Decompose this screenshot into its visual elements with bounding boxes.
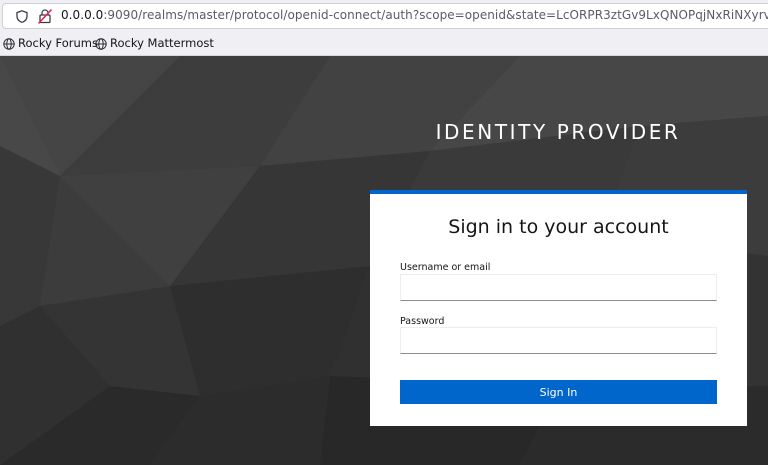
globe-icon bbox=[95, 38, 107, 50]
password-input[interactable] bbox=[400, 327, 717, 354]
username-label: Username or email bbox=[400, 262, 491, 273]
login-page: IDENTITY PROVIDER Sign in to your accoun… bbox=[0, 56, 768, 465]
url-host: 0.0.0.0 bbox=[61, 8, 104, 22]
bookmarks-toolbar: Rocky Forums Rocky Mattermost bbox=[0, 32, 768, 56]
lock-warning-icon[interactable] bbox=[38, 9, 52, 24]
sign-in-button[interactable]: Sign In bbox=[400, 380, 717, 404]
password-label: Password bbox=[400, 316, 445, 327]
url-field[interactable]: 0.0.0.0:9090/realms/master/protocol/open… bbox=[2, 3, 768, 29]
globe-icon bbox=[3, 38, 15, 50]
shield-icon[interactable] bbox=[16, 10, 28, 23]
card-title: Sign in to your account bbox=[448, 216, 669, 238]
username-input[interactable] bbox=[400, 274, 717, 301]
url-text: 0.0.0.0:9090/realms/master/protocol/open… bbox=[61, 8, 768, 22]
address-bar-area: 0.0.0.0:9090/realms/master/protocol/open… bbox=[0, 0, 768, 32]
login-card: Sign in to your account Username or emai… bbox=[370, 190, 747, 426]
bookmark-label: Rocky Forums bbox=[18, 36, 98, 50]
realm-title: IDENTITY PROVIDER bbox=[435, 120, 681, 144]
url-path: :9090/realms/master/protocol/openid-conn… bbox=[103, 8, 768, 22]
bookmark-label: Rocky Mattermost bbox=[110, 36, 214, 50]
